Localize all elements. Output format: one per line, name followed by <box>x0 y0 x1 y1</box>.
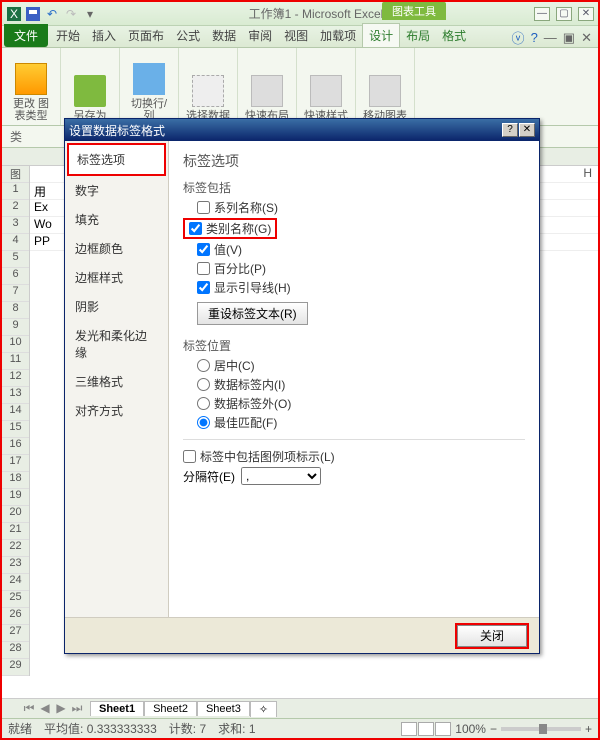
workbook-restore-icon[interactable]: ▣ <box>563 30 575 46</box>
qat-dropdown-icon[interactable]: ▾ <box>82 6 98 22</box>
quick-access-toolbar: X ↶ ↷ ▾ <box>6 6 98 22</box>
first-sheet-icon[interactable]: ⏮ <box>22 701 36 716</box>
separator-select[interactable]: , <box>241 467 321 485</box>
tab-home[interactable]: 开始 <box>50 24 86 47</box>
svg-text:X: X <box>10 7 18 21</box>
redo-icon[interactable]: ↷ <box>63 6 79 22</box>
sheet-tab-3[interactable]: Sheet3 <box>197 701 250 716</box>
group-label-contains: 标签包括 <box>183 179 525 196</box>
status-sum: 求和: 1 <box>218 720 255 737</box>
category-label-options[interactable]: 标签选项 <box>67 143 166 176</box>
workbook-close-icon[interactable]: ✕ <box>581 30 592 46</box>
reset-label-text-button[interactable]: 重设标签文本(R) <box>197 302 308 325</box>
checkbox-series-name[interactable]: 系列名称(S) <box>197 199 525 216</box>
group-label-position: 标签位置 <box>183 337 525 354</box>
separator-label: 分隔符(E) <box>183 468 235 485</box>
zoom-slider[interactable] <box>501 727 581 731</box>
save-as-template-button[interactable]: 另存为 <box>67 72 113 122</box>
name-box[interactable]: 类 <box>10 128 22 145</box>
minimize-ribbon-icon[interactable]: ⓥ <box>512 28 525 47</box>
window-controls: — ▢ ✕ <box>534 7 594 21</box>
tab-file[interactable]: 文件 <box>4 24 48 47</box>
view-buttons[interactable] <box>401 722 451 736</box>
tab-insert[interactable]: 插入 <box>86 24 122 47</box>
tab-format[interactable]: 格式 <box>436 24 472 47</box>
new-sheet-icon[interactable]: ✧ <box>250 701 277 717</box>
dialog-help-icon[interactable]: ? <box>502 123 518 137</box>
sheet-tab-2[interactable]: Sheet2 <box>144 701 197 716</box>
maximize-icon[interactable]: ▢ <box>556 7 572 21</box>
prev-sheet-icon[interactable]: ◀ <box>38 701 52 716</box>
radio-inside-end[interactable]: 数据标签内(I) <box>197 376 525 393</box>
category-3d-format[interactable]: 三维格式 <box>67 367 166 396</box>
close-icon[interactable]: ✕ <box>578 7 594 21</box>
tab-data[interactable]: 数据 <box>206 24 242 47</box>
change-chart-type-button[interactable]: 更改 图表类型 <box>8 60 54 122</box>
switch-row-column-button[interactable]: 切换行/列 <box>126 60 172 122</box>
category-shadow[interactable]: 阴影 <box>67 292 166 321</box>
category-number[interactable]: 数字 <box>67 176 166 205</box>
checkbox-value[interactable]: 值(V) <box>197 241 525 258</box>
tab-design[interactable]: 设计 <box>362 23 400 47</box>
quick-style-button[interactable]: 快速样式 <box>303 72 349 122</box>
zoom-in-icon[interactable]: + <box>585 722 592 736</box>
close-button[interactable]: 关闭 <box>457 625 527 647</box>
status-bar: 就绪 平均值: 0.333333333 计数: 7 求和: 1 100% − + <box>2 718 598 738</box>
category-border-color[interactable]: 边框颜色 <box>67 234 166 263</box>
category-glow[interactable]: 发光和柔化边缘 <box>67 321 166 367</box>
tab-review[interactable]: 审阅 <box>242 24 278 47</box>
next-sheet-icon[interactable]: ▶ <box>54 701 68 716</box>
save-icon[interactable] <box>25 6 41 22</box>
checkbox-category-name[interactable]: 类别名称(G) <box>189 220 271 237</box>
ribbon-tabs: 文件 开始 插入 页面布 公式 数据 审阅 视图 加载项 设计 布局 格式 ⓥ … <box>2 26 598 48</box>
format-data-labels-dialog: 设置数据标签格式 ? ✕ 标签选项 数字 填充 边框颜色 边框样式 阴影 发光和… <box>64 118 540 654</box>
help-icon[interactable]: ? <box>531 30 538 45</box>
status-average: 平均值: 0.333333333 <box>44 720 157 737</box>
radio-center[interactable]: 居中(C) <box>197 357 525 374</box>
dialog-title-bar[interactable]: 设置数据标签格式 ? ✕ <box>65 119 539 141</box>
document-title: 工作簿1 - Microsoft Excel <box>98 5 534 22</box>
sheet-tab-1[interactable]: Sheet1 <box>90 701 144 716</box>
title-bar: X ↶ ↷ ▾ 工作簿1 - Microsoft Excel 图表工具 — ▢ … <box>2 2 598 26</box>
chart-tools-contextual-label: 图表工具 <box>382 2 446 20</box>
ribbon-body: 更改 图表类型 另存为 切换行/列 选择数据 快速布局 快速样式 移动图表 <box>2 48 598 126</box>
quick-layout-button[interactable]: 快速布局 <box>244 72 290 122</box>
dialog-footer: 关闭 <box>65 617 539 653</box>
move-chart-button[interactable]: 移动图表 <box>362 72 408 122</box>
category-border-style[interactable]: 边框样式 <box>67 263 166 292</box>
radio-outside-end[interactable]: 数据标签外(O) <box>197 395 525 412</box>
radio-best-fit[interactable]: 最佳匹配(F) <box>197 414 525 431</box>
panel-heading: 标签选项 <box>183 151 525 171</box>
select-data-button[interactable]: 选择数据 <box>185 72 231 122</box>
checkbox-percentage[interactable]: 百分比(P) <box>197 260 525 277</box>
excel-icon: X <box>6 6 22 22</box>
tab-addins[interactable]: 加载项 <box>314 24 362 47</box>
checkbox-leader-lines[interactable]: 显示引导线(H) <box>197 279 525 296</box>
status-count: 计数: 7 <box>169 720 206 737</box>
tab-view[interactable]: 视图 <box>278 24 314 47</box>
tab-formulas[interactable]: 公式 <box>170 24 206 47</box>
tab-page-layout[interactable]: 页面布 <box>122 24 170 47</box>
dialog-category-list: 标签选项 数字 填充 边框颜色 边框样式 阴影 发光和柔化边缘 三维格式 对齐方… <box>65 141 169 617</box>
status-ready: 就绪 <box>8 720 32 737</box>
workbook-minimize-icon[interactable]: — <box>544 30 557 45</box>
zoom-level[interactable]: 100% <box>455 722 486 736</box>
sheet-tab-bar: ⏮ ◀ ▶ ⏭ Sheet1 Sheet2 Sheet3 ✧ <box>2 698 598 718</box>
category-fill[interactable]: 填充 <box>67 205 166 234</box>
minimize-icon[interactable]: — <box>534 7 550 21</box>
dialog-title: 设置数据标签格式 <box>69 122 502 139</box>
category-alignment[interactable]: 对齐方式 <box>67 396 166 425</box>
dialog-close-icon[interactable]: ✕ <box>519 123 535 137</box>
undo-icon[interactable]: ↶ <box>44 6 60 22</box>
row-headers[interactable]: 图 12345678910 11121314151617181920 21222… <box>2 166 30 676</box>
last-sheet-icon[interactable]: ⏭ <box>70 701 84 716</box>
zoom-out-icon[interactable]: − <box>490 722 497 736</box>
tab-chart-layout[interactable]: 布局 <box>400 24 436 47</box>
checkbox-include-legend-key[interactable]: 标签中包括图例项标示(L) <box>183 448 525 465</box>
dialog-main-panel: 标签选项 标签包括 系列名称(S) 类别名称(G) 值(V) 百分比(P) 显示… <box>169 141 539 617</box>
